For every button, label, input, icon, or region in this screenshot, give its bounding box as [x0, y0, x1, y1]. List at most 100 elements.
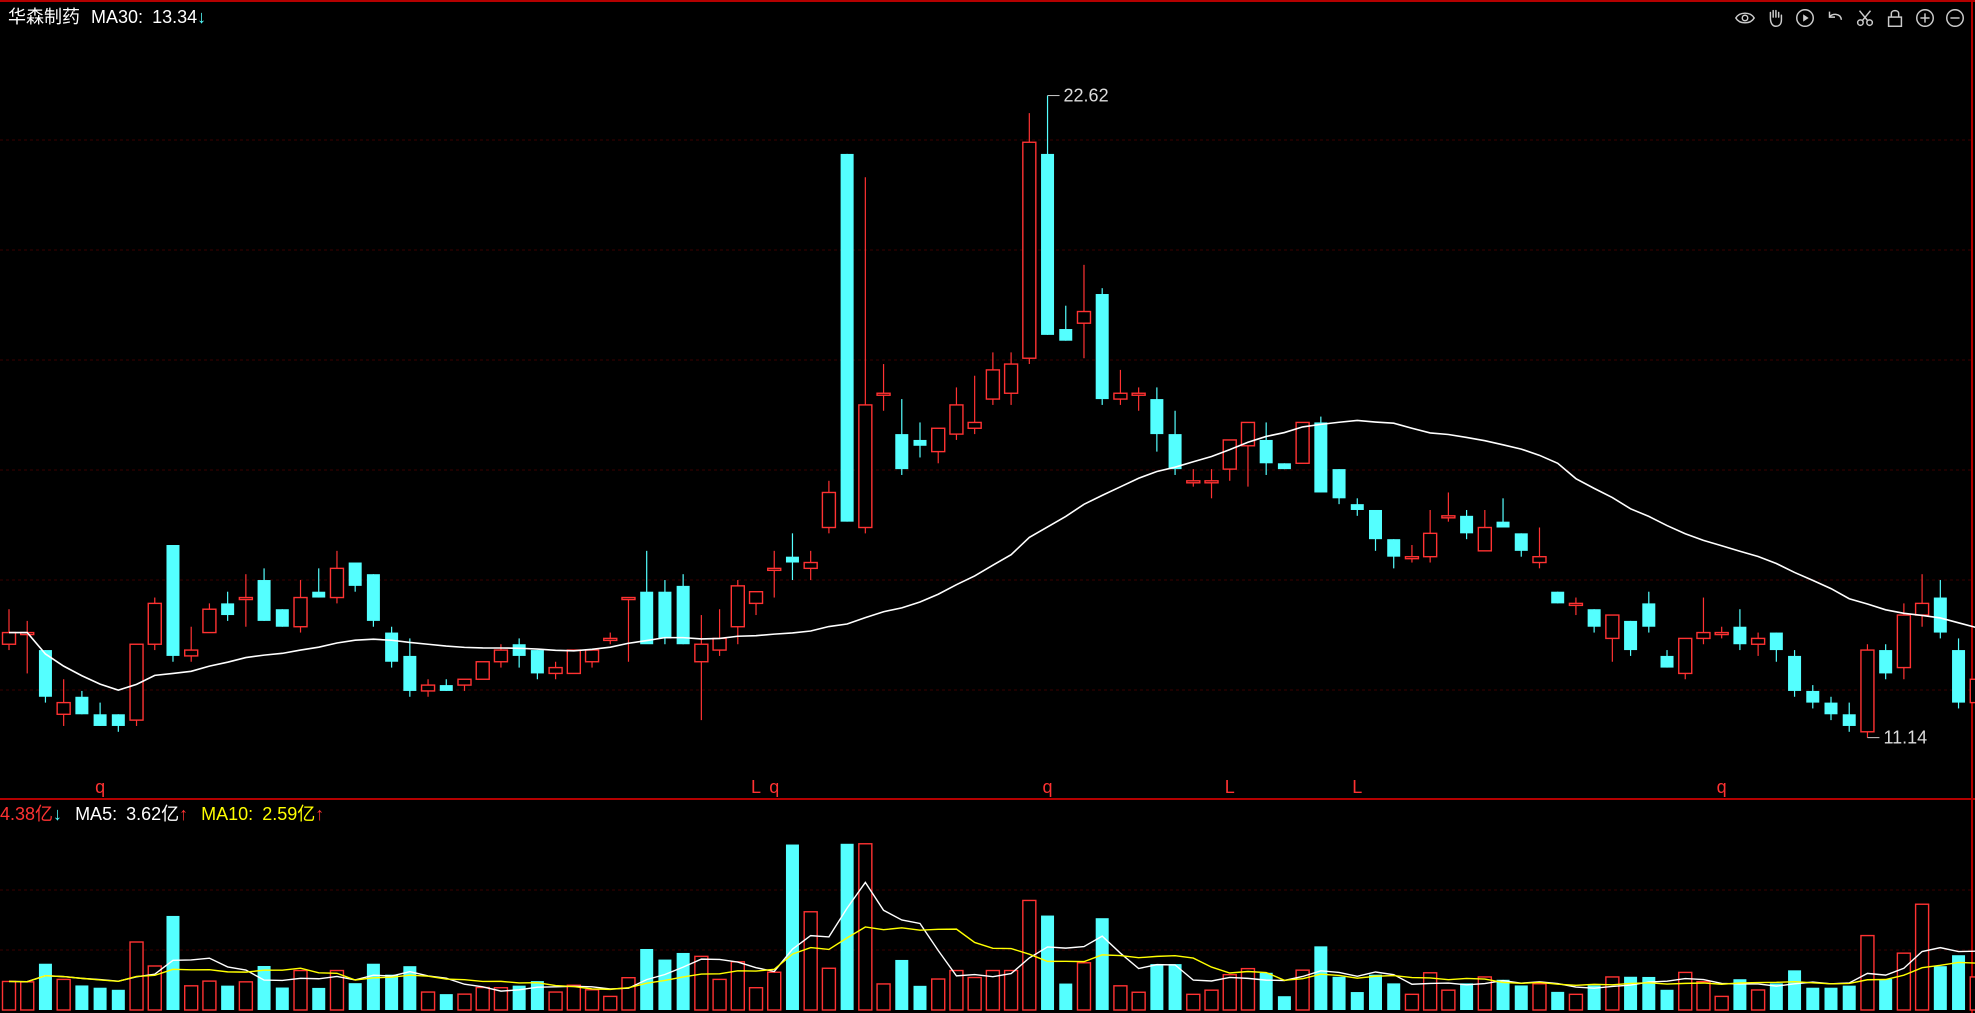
volume-bar[interactable] [475, 986, 490, 1011]
candle[interactable] [548, 661, 563, 680]
candle[interactable] [1678, 637, 1693, 680]
candle[interactable] [949, 387, 964, 440]
candle[interactable] [840, 153, 854, 522]
volume-bar[interactable] [931, 978, 946, 1011]
volume-bar[interactable] [1131, 991, 1146, 1011]
volume-bar[interactable] [1186, 993, 1201, 1011]
volume-bar[interactable] [876, 983, 891, 1011]
volume-bar[interactable] [1314, 946, 1328, 1010]
volume-bar[interactable] [1824, 987, 1838, 1010]
candle[interactable] [1769, 632, 1783, 662]
candle[interactable] [1076, 264, 1092, 359]
volume-bar[interactable] [658, 959, 672, 1010]
candle[interactable] [1551, 591, 1565, 604]
volume-bar[interactable] [202, 980, 217, 1011]
volume-bar[interactable] [1041, 915, 1055, 1010]
candle[interactable] [1914, 574, 1930, 627]
volume-bar[interactable] [694, 955, 709, 1011]
volume-bar[interactable] [221, 985, 235, 1010]
candle[interactable] [1806, 685, 1820, 709]
candle[interactable] [931, 427, 946, 464]
volume-bar[interactable] [584, 989, 600, 1011]
volume-bar[interactable] [913, 985, 927, 1010]
candle[interactable] [876, 364, 891, 411]
volume-bar[interactable] [821, 967, 837, 1011]
volume-bar[interactable] [1, 980, 17, 1011]
candle[interactable] [1514, 533, 1528, 557]
price-candles[interactable] [1, 95, 1975, 738]
volume-bar[interactable] [548, 991, 563, 1011]
volume-bar[interactable] [712, 978, 727, 1011]
candle[interactable] [111, 714, 125, 732]
candle[interactable] [1259, 422, 1273, 475]
candle[interactable] [457, 678, 472, 691]
volume-bar[interactable] [1277, 996, 1291, 1010]
candle[interactable] [785, 533, 799, 581]
candle[interactable] [475, 661, 490, 680]
volume-bar[interactable] [1404, 993, 1420, 1011]
candle[interactable] [1660, 650, 1674, 668]
candle[interactable] [1350, 498, 1364, 516]
candle[interactable] [183, 626, 199, 662]
candle[interactable] [512, 638, 526, 668]
candle[interactable] [221, 591, 235, 621]
candle[interactable] [676, 574, 690, 645]
candle[interactable] [1441, 492, 1456, 522]
candle[interactable] [1624, 620, 1638, 656]
volume-bar[interactable] [1332, 976, 1346, 1010]
candle[interactable] [385, 626, 399, 668]
candle[interactable] [1477, 509, 1493, 552]
candle[interactable] [1824, 696, 1838, 721]
volume-bar[interactable] [1788, 970, 1802, 1010]
candle[interactable] [1314, 416, 1328, 493]
volume-bar[interactable] [420, 991, 436, 1011]
candle[interactable] [147, 597, 162, 651]
candle[interactable] [202, 603, 217, 634]
volume-bar[interactable] [385, 974, 399, 1010]
volume-bar[interactable] [767, 971, 782, 1011]
candle[interactable] [1041, 95, 1055, 335]
candle[interactable] [1952, 638, 1966, 709]
candle[interactable] [748, 591, 764, 616]
volume-bar[interactable] [1168, 964, 1182, 1010]
volume-bar[interactable] [275, 987, 289, 1010]
candlestick-chart[interactable]: qLqqLLq 22.6211.14 [0, 0, 1975, 1013]
candle[interactable] [420, 679, 436, 697]
candle[interactable] [730, 580, 745, 645]
candle[interactable] [238, 574, 254, 627]
volume-bar[interactable] [1605, 976, 1620, 1011]
candle[interactable] [275, 609, 289, 627]
candle[interactable] [821, 480, 837, 534]
candle[interactable] [858, 177, 873, 534]
candle[interactable] [530, 650, 544, 680]
candle[interactable] [1568, 597, 1584, 616]
candle[interactable] [329, 550, 345, 604]
volume-bar[interactable] [785, 844, 799, 1010]
volume-bar[interactable] [1896, 952, 1912, 1011]
volume-bar[interactable] [1624, 976, 1638, 1010]
candle[interactable] [1022, 113, 1037, 365]
volume-bar[interactable] [1806, 987, 1820, 1010]
candle[interactable] [1222, 439, 1237, 481]
volume-bar[interactable] [1568, 993, 1584, 1011]
volume-bar[interactable] [56, 978, 71, 1011]
volume-bar[interactable] [1660, 989, 1674, 1010]
candle[interactable] [1240, 421, 1256, 487]
volume-bar[interactable] [1750, 989, 1766, 1011]
candle[interactable] [257, 568, 271, 621]
volume-bar[interactable] [75, 985, 89, 1010]
candle[interactable] [1422, 509, 1438, 563]
candle[interactable] [1860, 644, 1875, 738]
candle[interactable] [1714, 626, 1729, 639]
volume-bar[interactable] [1113, 985, 1128, 1011]
volume-bar[interactable] [38, 963, 52, 1010]
volume-bar[interactable] [1003, 969, 1019, 1011]
volume-bar[interactable] [1933, 966, 1947, 1010]
candle[interactable] [75, 690, 89, 715]
volume-bar[interactable] [1514, 985, 1528, 1010]
volume-bar[interactable] [183, 985, 199, 1011]
candle[interactable] [1150, 387, 1164, 452]
candle[interactable] [1204, 469, 1219, 499]
volume-bar[interactable] [603, 995, 618, 1011]
candle[interactable] [621, 596, 636, 662]
